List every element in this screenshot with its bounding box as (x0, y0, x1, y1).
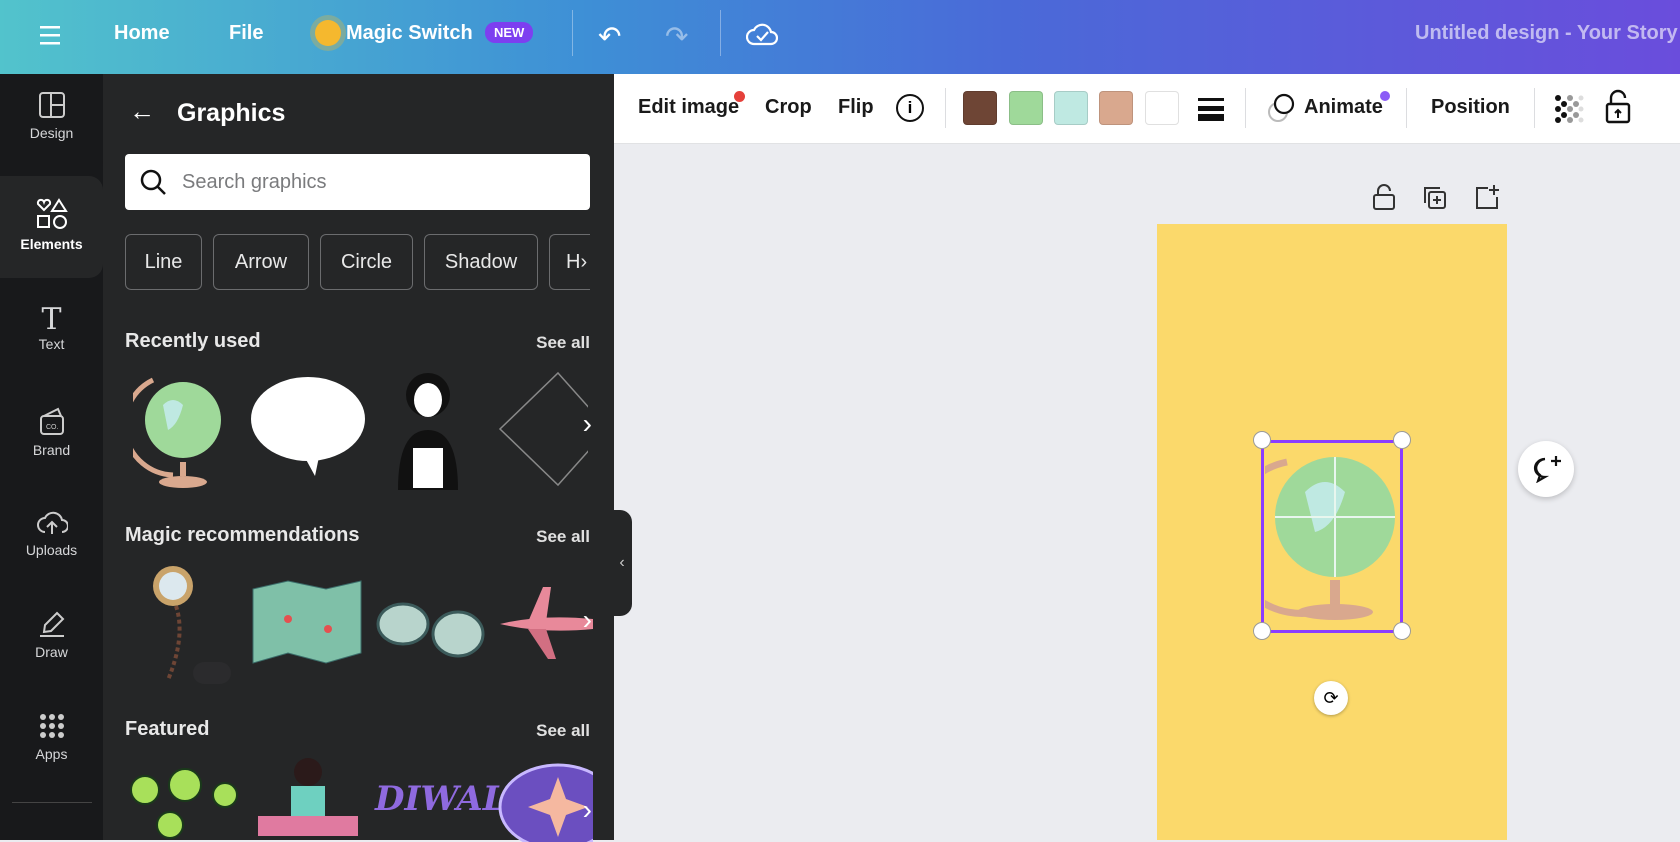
unlock-icon[interactable] (1604, 88, 1632, 124)
rail-label: Draw (35, 644, 68, 660)
notification-dot (1380, 91, 1390, 101)
section-title: Featured (125, 718, 210, 740)
position-button[interactable]: Position (1431, 96, 1510, 119)
menu-icon[interactable] (40, 24, 62, 51)
globe-graphic[interactable] (133, 370, 228, 490)
broccoli-graphic[interactable] (125, 760, 243, 840)
search-icon (140, 169, 166, 195)
pocket-watch-graphic[interactable] (148, 562, 238, 687)
color-swatch-4[interactable] (1099, 91, 1133, 125)
crown-icon (315, 20, 341, 46)
rail-apps[interactable]: Apps (0, 712, 103, 812)
duplicate-page-icon[interactable] (1423, 186, 1447, 215)
design-title[interactable]: Untitled design - Your Story (1415, 22, 1678, 45)
section-title: Magic recommendations (125, 524, 360, 546)
chip-more[interactable]: H › (549, 234, 590, 290)
see-all-link[interactable]: See all (536, 527, 590, 547)
rail-uploads[interactable]: Uploads (0, 508, 103, 608)
context-toolbar: Edit image Crop Flip i Animate Position (614, 74, 1680, 144)
cloud-saved-icon[interactable] (745, 20, 779, 53)
chip-label: H (566, 250, 581, 273)
map-graphic[interactable] (248, 579, 366, 669)
shapes-icon (36, 198, 68, 229)
chip-circle[interactable]: Circle (320, 234, 413, 290)
resize-handle[interactable] (1393, 431, 1411, 449)
rail-text[interactable]: T Text (0, 304, 103, 404)
add-page-icon[interactable] (1474, 184, 1500, 215)
woman-illustration-graphic[interactable] (388, 370, 468, 490)
animate-icon (1268, 93, 1295, 122)
resize-handle[interactable] (1253, 431, 1271, 449)
scroll-right-icon[interactable]: › (583, 794, 592, 826)
lock-page-icon[interactable] (1372, 184, 1396, 215)
collapse-panel-handle[interactable]: ‹ (612, 510, 632, 616)
edit-image-button[interactable]: Edit image (638, 96, 739, 119)
scroll-right-icon[interactable]: › (583, 408, 592, 440)
new-badge: NEW (485, 22, 534, 43)
see-all-link[interactable]: See all (536, 333, 590, 353)
chip-line[interactable]: Line (125, 234, 202, 290)
apps-grid-icon (39, 714, 64, 738)
star-badge-graphic[interactable] (498, 762, 593, 842)
search-input[interactable]: Search graphics (125, 154, 590, 210)
animate-button[interactable]: Animate (1304, 96, 1383, 119)
rail-label: Apps (35, 746, 68, 762)
binoculars-graphic[interactable] (373, 579, 491, 669)
selection-box (1261, 440, 1403, 633)
speech-bubble-graphic[interactable] (248, 374, 368, 479)
rail-design[interactable]: Design (0, 91, 103, 175)
color-swatch-5[interactable] (1145, 91, 1179, 125)
search-placeholder: Search graphics (182, 171, 327, 193)
chip-arrow[interactable]: Arrow (213, 234, 309, 290)
chevron-right-icon[interactable]: › (580, 251, 587, 274)
rail-label: Text (38, 336, 65, 352)
crop-button[interactable]: Crop (765, 96, 812, 119)
rotate-icon[interactable]: ⟳ (1314, 681, 1348, 715)
panel-title: Graphics (177, 99, 286, 127)
upload-cloud-icon (36, 511, 68, 534)
rail-brand[interactable]: CO. Brand (0, 406, 103, 506)
comment-plus-icon (1533, 456, 1561, 483)
rail-draw[interactable]: Draw (0, 610, 103, 710)
back-arrow-icon[interactable]: ← (129, 96, 155, 127)
airplane-graphic[interactable] (498, 584, 593, 664)
side-rail: Design Elements T Text CO. Brand Uploads… (0, 74, 103, 840)
undo-icon[interactable]: ↶ (598, 20, 621, 53)
keyboard-player-graphic[interactable] (253, 754, 363, 840)
color-swatch-3[interactable] (1054, 91, 1088, 125)
scroll-right-icon[interactable]: › (583, 604, 592, 636)
rail-label: Uploads (25, 542, 78, 558)
notification-dot (734, 91, 745, 102)
magic-switch-button[interactable]: Magic Switch (346, 22, 473, 45)
home-link[interactable]: Home (114, 22, 170, 45)
top-bar: Home File Magic Switch NEW ↶ ↷ Untitled … (0, 0, 1680, 74)
border-style-icon[interactable] (1198, 97, 1224, 121)
section-title: Recently used (125, 330, 261, 352)
brand-icon: CO. (39, 407, 64, 435)
rail-label: Design (29, 125, 74, 141)
transparency-icon[interactable] (1554, 94, 1584, 124)
rail-divider (12, 802, 92, 803)
rail-label: Elements (20, 236, 83, 252)
graphics-panel: ← Graphics Search graphics Line Arrow Ci… (103, 74, 614, 842)
color-swatch-2[interactable] (1009, 91, 1043, 125)
svg-text:CO.: CO. (46, 424, 59, 431)
add-comment-button[interactable] (1518, 441, 1574, 497)
rail-elements[interactable]: Elements (0, 176, 103, 278)
rail-label: Brand (32, 442, 71, 458)
layout-icon (38, 92, 65, 118)
redo-icon[interactable]: ↷ (665, 20, 688, 53)
see-all-link[interactable]: See all (536, 721, 590, 741)
chip-shadow[interactable]: Shadow (424, 234, 538, 290)
info-icon[interactable]: i (896, 94, 924, 122)
resize-handle[interactable] (1393, 622, 1411, 640)
diamond-outline-graphic[interactable] (498, 370, 588, 488)
flip-button[interactable]: Flip (838, 96, 874, 119)
resize-handle[interactable] (1253, 622, 1271, 640)
text-icon: T (41, 302, 62, 337)
draw-icon (39, 611, 64, 637)
file-menu[interactable]: File (229, 22, 263, 45)
color-swatch-1[interactable] (963, 91, 997, 125)
